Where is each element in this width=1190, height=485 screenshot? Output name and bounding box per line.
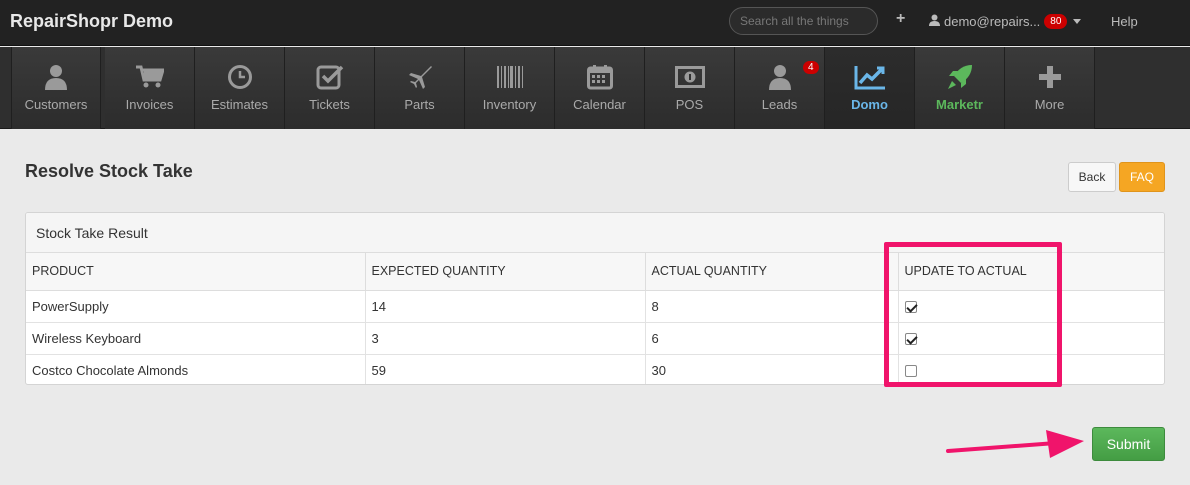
nav-label: Calendar bbox=[573, 97, 626, 112]
nav-item-customers[interactable]: Customers bbox=[11, 47, 101, 129]
checkbox-icon bbox=[285, 63, 374, 91]
nav-label: Tickets bbox=[309, 97, 350, 112]
user-email: demo@repairs... bbox=[944, 14, 1041, 29]
add-new-button[interactable]: + bbox=[896, 10, 905, 28]
cell-expected: 3 bbox=[365, 322, 646, 355]
nav-item-more[interactable]: More bbox=[1005, 47, 1095, 129]
notification-badge: 80 bbox=[1044, 14, 1068, 29]
nav-item-calendar[interactable]: Calendar bbox=[555, 47, 645, 129]
cell-actual: 6 bbox=[645, 322, 899, 355]
nav-item-domo[interactable]: Domo bbox=[825, 47, 915, 129]
nav-label: POS bbox=[675, 97, 704, 112]
user-icon bbox=[12, 63, 100, 91]
nav-item-inventory[interactable]: Inventory bbox=[465, 47, 555, 129]
nav-label: Estimates bbox=[210, 97, 269, 112]
search-input[interactable] bbox=[729, 7, 878, 35]
cell-product: Costco Chocolate Almonds bbox=[26, 354, 366, 384]
plus-icon bbox=[1005, 63, 1094, 91]
nav-item-parts[interactable]: Parts bbox=[375, 47, 465, 129]
nav-label: Inventory bbox=[482, 97, 537, 112]
cell-expected: 14 bbox=[365, 290, 646, 323]
nav-item-tickets[interactable]: Tickets bbox=[285, 47, 375, 129]
cell-product: PowerSupply bbox=[26, 290, 366, 323]
cart-icon bbox=[105, 63, 194, 91]
nav-label: Marketr bbox=[936, 97, 983, 112]
calendar-icon bbox=[555, 63, 644, 91]
cell-expected: 59 bbox=[365, 354, 646, 384]
nav-item-leads[interactable]: Leads 4 bbox=[735, 47, 825, 129]
nav-label: More bbox=[1034, 97, 1065, 112]
arrow-annotation bbox=[946, 430, 1084, 458]
cell-actual: 30 bbox=[645, 354, 899, 384]
nav-item-marketr[interactable]: Marketr bbox=[915, 47, 1005, 129]
main-nav: Customers Invoices Estimates Tickets Par… bbox=[0, 47, 1190, 129]
user-icon bbox=[929, 14, 940, 29]
submit-button[interactable]: Submit bbox=[1092, 427, 1165, 461]
column-header-actual: ACTUAL QUANTITY bbox=[645, 253, 899, 291]
column-header-expected: EXPECTED QUANTITY bbox=[365, 253, 646, 291]
barcode-icon bbox=[465, 63, 554, 91]
nav-label: Customers bbox=[24, 97, 88, 112]
nav-label: Parts bbox=[404, 97, 435, 112]
nav-label: Invoices bbox=[125, 97, 174, 112]
cell-product: Wireless Keyboard bbox=[26, 322, 366, 355]
brand-title[interactable]: RepairShopr Demo bbox=[10, 11, 173, 32]
rocket-icon bbox=[915, 63, 1004, 91]
cell-actual: 8 bbox=[645, 290, 899, 323]
nav-item-estimates[interactable]: Estimates bbox=[195, 47, 285, 129]
back-button[interactable]: Back bbox=[1068, 162, 1116, 192]
nav-item-pos[interactable]: POS bbox=[645, 47, 735, 129]
column-header-product: PRODUCT bbox=[26, 253, 366, 291]
leads-badge: 4 bbox=[803, 61, 819, 74]
plane-icon bbox=[375, 63, 464, 91]
highlight-annotation-box bbox=[884, 242, 1062, 387]
help-link[interactable]: Help bbox=[1111, 14, 1138, 29]
page-title: Resolve Stock Take bbox=[25, 161, 193, 181]
faq-button[interactable]: FAQ bbox=[1119, 162, 1165, 192]
top-bar: RepairShopr Demo + demo@repairs... 80 He… bbox=[0, 0, 1190, 46]
user-menu[interactable]: demo@repairs... 80 bbox=[929, 14, 1082, 29]
money-icon bbox=[645, 63, 734, 91]
nav-label: Leads bbox=[761, 97, 798, 112]
nav-item-invoices[interactable]: Invoices bbox=[105, 47, 195, 129]
clock-icon bbox=[195, 63, 284, 91]
chart-icon bbox=[825, 63, 914, 91]
nav-label: Domo bbox=[851, 97, 888, 112]
chevron-down-icon bbox=[1073, 19, 1082, 24]
